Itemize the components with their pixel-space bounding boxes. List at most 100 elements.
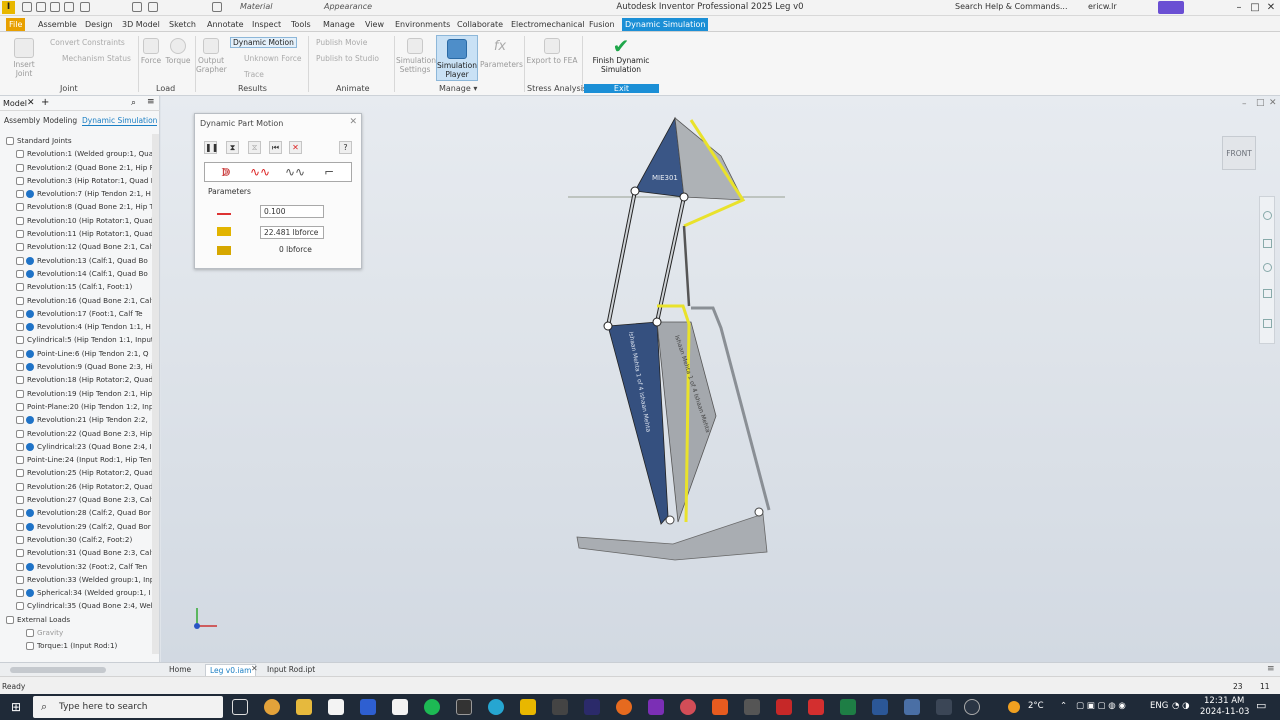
acrobat-icon[interactable] bbox=[776, 699, 792, 715]
tree-item[interactable]: Revolution:26 (Hip Rotator:2, Quad bbox=[0, 480, 152, 493]
language-indicator[interactable]: ENG bbox=[1150, 701, 1168, 711]
tray-chevron-icon[interactable]: ⌃ bbox=[1060, 701, 1067, 711]
telegram-icon[interactable] bbox=[488, 699, 504, 715]
tab-inspect[interactable]: Inspect bbox=[249, 18, 284, 31]
tree-item[interactable]: Revolution:7 (Hip Tendon 2:1, H bbox=[0, 187, 152, 200]
cancel-button[interactable]: ✕ bbox=[289, 141, 302, 154]
convert-constraints-button[interactable]: Convert Constraints bbox=[50, 38, 125, 47]
quad-bone-back[interactable] bbox=[682, 225, 691, 307]
pan-icon[interactable] bbox=[1263, 239, 1272, 248]
finish-dynamic-simulation-button[interactable]: ✔ Finish Dynamic Simulation bbox=[584, 36, 658, 74]
browser-tab-dynamic-simulation[interactable]: Dynamic Simulation bbox=[82, 116, 158, 126]
stop-button[interactable]: ⧖ bbox=[248, 141, 261, 154]
app-grey-icon[interactable] bbox=[744, 699, 760, 715]
tab-design[interactable]: Design bbox=[82, 18, 116, 31]
home-icon[interactable] bbox=[132, 2, 142, 12]
app-orange-icon[interactable] bbox=[712, 699, 728, 715]
close-icon[interactable]: ✕ bbox=[1262, 0, 1280, 16]
publish-to-studio-button[interactable]: Publish to Studio bbox=[316, 54, 379, 63]
close-browser-icon[interactable]: ✕ bbox=[27, 98, 35, 108]
excel-icon[interactable] bbox=[840, 699, 856, 715]
tree-item[interactable]: Torque:1 (Input Rod:1) bbox=[0, 639, 152, 652]
notifications-icon[interactable] bbox=[1158, 1, 1184, 14]
tree-item[interactable]: Revolution:1 (Welded group:1, Qua bbox=[0, 147, 152, 160]
tab-file[interactable]: File bbox=[6, 18, 26, 31]
joint-knee-left[interactable] bbox=[603, 321, 613, 331]
tree-item[interactable]: Revolution:27 (Quad Bone 2:3, Calf bbox=[0, 493, 152, 506]
tree-item[interactable]: Cylindrical:35 (Quad Bone 2:4, Weld bbox=[0, 599, 152, 612]
tab-3d-model[interactable]: 3D Model bbox=[119, 18, 163, 31]
task-view-icon[interactable] bbox=[232, 699, 248, 715]
tree-item[interactable]: Revolution:15 (Calf:1, Foot:1) bbox=[0, 280, 152, 293]
tab-manage[interactable]: Manage bbox=[320, 18, 358, 31]
browser-scrollbar[interactable] bbox=[152, 134, 159, 654]
word-icon[interactable] bbox=[872, 699, 888, 715]
zoom-icon[interactable] bbox=[1263, 263, 1272, 272]
tree-item[interactable]: Revolution:13 (Calf:1, Quad Bo bbox=[0, 254, 152, 267]
group-manage-label[interactable]: Manage ▾ bbox=[439, 84, 477, 93]
doc-tab-leg[interactable]: Leg v0.iam bbox=[205, 664, 257, 676]
redo-icon[interactable] bbox=[80, 2, 90, 12]
new-file-icon[interactable] bbox=[22, 2, 32, 12]
undo-icon[interactable] bbox=[64, 2, 74, 12]
pause-button[interactable]: ❚❚ bbox=[204, 141, 218, 154]
store-icon[interactable] bbox=[328, 699, 344, 715]
material-dropdown[interactable]: Material bbox=[240, 2, 273, 11]
clock-date[interactable]: 2024-11-03 bbox=[1200, 707, 1249, 717]
simulation-settings-button[interactable]: Simulation Settings bbox=[396, 38, 436, 74]
tree-item[interactable]: Revolution:2 (Quad Bone 2:1, Hip R bbox=[0, 161, 152, 174]
tree-item[interactable]: Revolution:32 (Foot:2, Calf Ten bbox=[0, 560, 152, 573]
export-to-fea-button[interactable]: Export to FEA bbox=[526, 38, 578, 65]
trace-button[interactable]: Trace bbox=[244, 70, 264, 79]
tab-tools[interactable]: Tools bbox=[288, 18, 314, 31]
tree-item[interactable]: Revolution:22 (Quad Bone 2:3, Hip bbox=[0, 427, 152, 440]
shield-app-icon[interactable] bbox=[360, 699, 376, 715]
tree-item[interactable]: Revolution:16 (Quad Bone 2:1, Calf bbox=[0, 294, 152, 307]
tree-item[interactable]: External Loads bbox=[0, 613, 152, 626]
tree-item[interactable]: Revolution:19 (Hip Tendon 2:1, Hip bbox=[0, 387, 152, 400]
torque-button[interactable]: Torque bbox=[164, 38, 192, 65]
app-dark-icon[interactable] bbox=[936, 699, 952, 715]
run-button[interactable]: ⧗ bbox=[226, 141, 239, 154]
rewind-button[interactable]: ⏮ bbox=[269, 141, 282, 154]
tree-item[interactable]: Point-Line:6 (Hip Tendon 2:1, Q bbox=[0, 347, 152, 360]
parameters-button[interactable]: fx Parameters bbox=[480, 38, 523, 69]
output-grapher-button[interactable]: Output Grapher bbox=[196, 38, 227, 74]
clock-time[interactable]: 12:31 AM bbox=[1204, 696, 1244, 706]
tab-annotate[interactable]: Annotate bbox=[204, 18, 247, 31]
select-icon[interactable] bbox=[212, 2, 222, 12]
steering-wheel-icon[interactable] bbox=[1263, 211, 1272, 220]
orbit-icon[interactable] bbox=[1263, 289, 1272, 298]
tree-item[interactable]: Revolution:21 (Hip Tendon 2:2, bbox=[0, 413, 152, 426]
tree-item[interactable]: Revolution:31 (Quad Bone 2:3, Calf bbox=[0, 546, 152, 559]
tray-app-icons[interactable]: ▢ ▣ ▢ ◍ ◉ bbox=[1076, 701, 1126, 711]
appearance-dropdown[interactable]: Appearance bbox=[324, 2, 372, 11]
document-app-icon[interactable] bbox=[392, 699, 408, 715]
notification-center-icon[interactable]: ▭ bbox=[1256, 699, 1266, 712]
impulse-icon[interactable]: ↇ bbox=[211, 165, 241, 180]
doc-tab-input-rod[interactable]: Input Rod.ipt bbox=[263, 664, 319, 676]
app-circle-icon[interactable] bbox=[964, 699, 980, 715]
tree-item[interactable]: Revolution:14 (Calf:1, Quad Bo bbox=[0, 267, 152, 280]
dynamic-motion-button[interactable]: Dynamic Motion bbox=[230, 37, 297, 48]
unknown-force-button[interactable]: Unknown Force bbox=[244, 54, 302, 63]
open-file-icon[interactable] bbox=[36, 2, 46, 12]
notion-icon[interactable] bbox=[456, 699, 472, 715]
tab-dynamic-simulation[interactable]: Dynamic Simulation bbox=[622, 18, 709, 31]
tree-item[interactable]: Spherical:34 (Welded group:1, I bbox=[0, 586, 152, 599]
tab-electromechanical[interactable]: Electromechanical bbox=[508, 18, 588, 31]
tree-item[interactable]: Revolution:17 (Foot:1, Calf Te bbox=[0, 307, 152, 320]
joint-ankle-left[interactable] bbox=[665, 515, 675, 525]
tab-assemble[interactable]: Assemble bbox=[35, 18, 80, 31]
tree-item[interactable]: Standard Joints bbox=[0, 134, 152, 147]
parameter-input-2[interactable]: 22.481 lbforce bbox=[260, 226, 324, 239]
tree-item[interactable]: Gravity bbox=[0, 626, 152, 639]
app-blue-icon[interactable] bbox=[904, 699, 920, 715]
tree-item[interactable]: Revolution:25 (Hip Rotator:2, Quad bbox=[0, 466, 152, 479]
update-icon[interactable] bbox=[148, 2, 158, 12]
tree-item[interactable]: Cylindrical:23 (Quad Bone 2:4, I bbox=[0, 440, 152, 453]
tree-item[interactable]: Revolution:12 (Quad Bone 2:1, Calf bbox=[0, 240, 152, 253]
weather-icon[interactable] bbox=[1008, 701, 1020, 713]
insert-joint-button[interactable]: Insert Joint bbox=[4, 38, 44, 78]
tree-item[interactable]: Revolution:28 (Calf:2, Quad Bor bbox=[0, 506, 152, 519]
